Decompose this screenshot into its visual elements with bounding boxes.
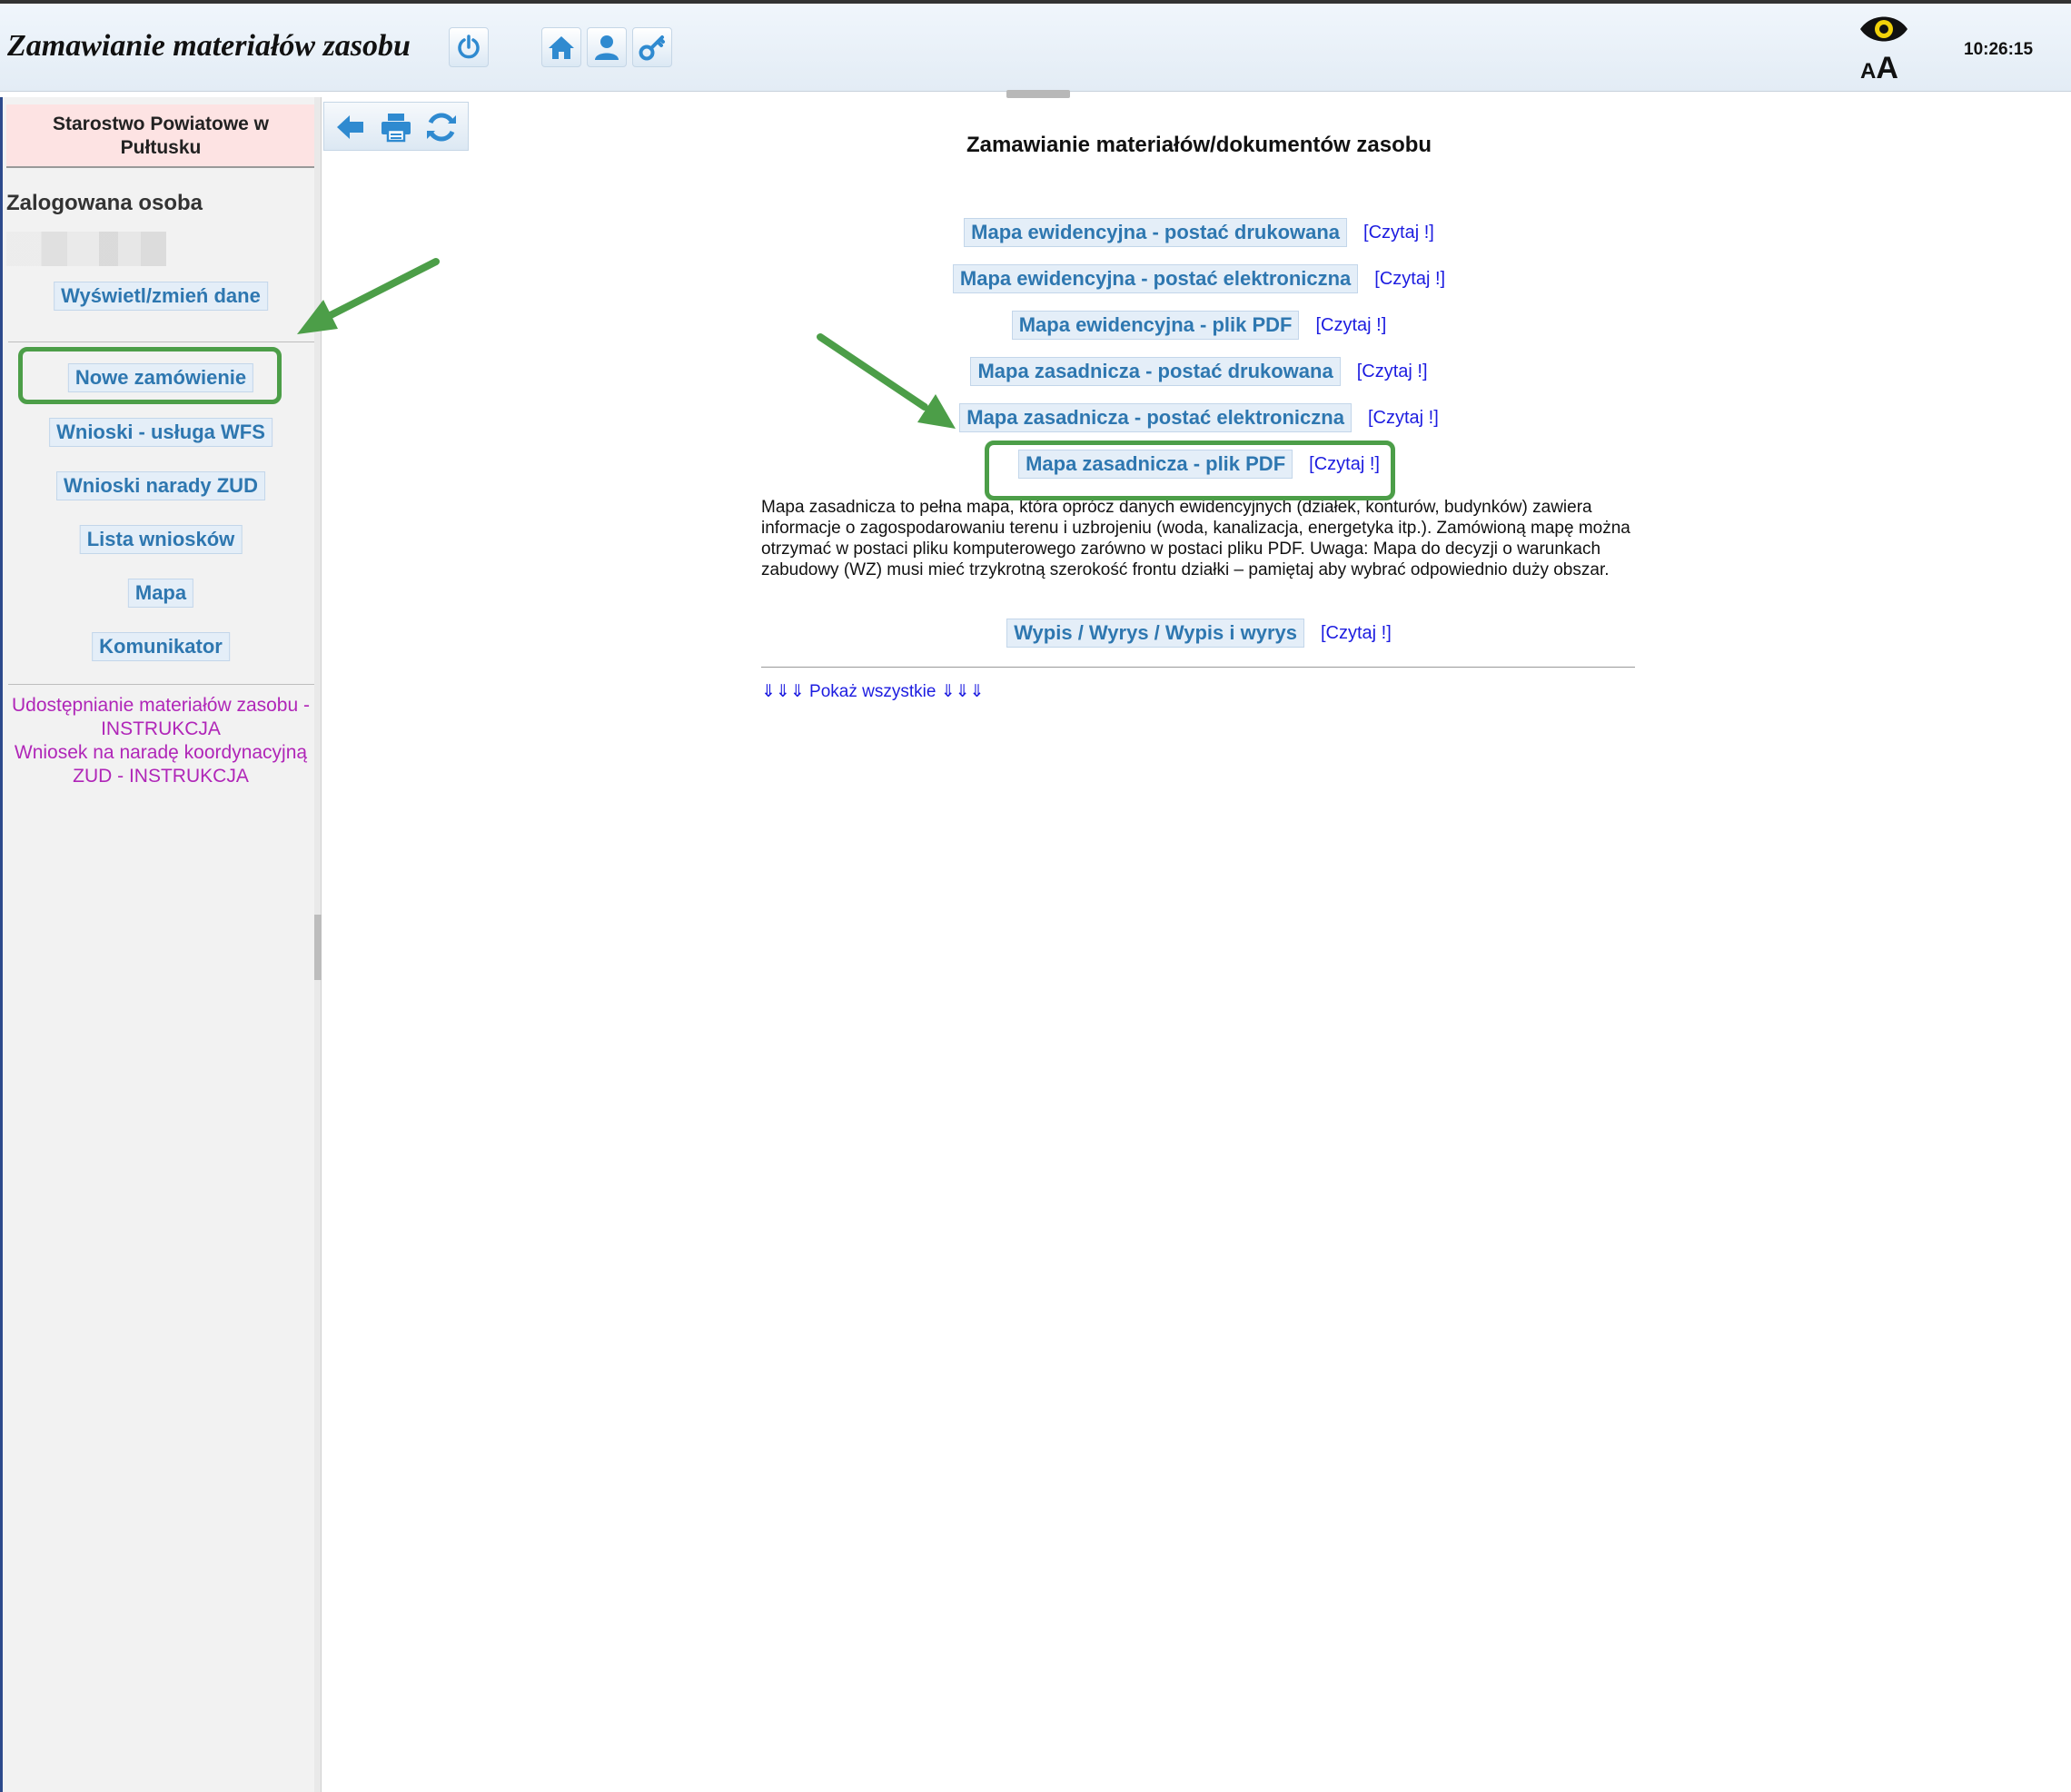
vertical-splitter-handle[interactable]	[314, 915, 322, 980]
key-icon	[639, 35, 665, 61]
order-base-map-printed-button[interactable]: Mapa zasadnicza - postać drukowana	[970, 357, 1341, 386]
read-more-link[interactable]: [Czytaj !]	[1363, 223, 1434, 243]
order-item-row: Mapa ewidencyjna - postać drukowana [Czyt…	[761, 218, 1637, 247]
sidebar-item-request-list[interactable]: Lista wniosków	[79, 525, 243, 554]
order-cadastral-printed-button[interactable]: Mapa ewidencyjna - postać drukowana	[964, 218, 1348, 247]
instruction-link-resources[interactable]: Udostępnianie materiałów zasobu - INSTRU…	[6, 694, 315, 741]
organization-name-text: Starostwo Powiatowe w Pułtusku	[52, 114, 270, 158]
show-all-link[interactable]: ⇓⇓⇓ Pokaż wszystkie ⇓⇓⇓	[761, 681, 984, 702]
user-icon	[595, 35, 619, 60]
order-extract-button[interactable]: Wypis / Wyrys / Wypis i wyrys	[1006, 619, 1304, 648]
user-button[interactable]	[587, 27, 627, 67]
read-more-link[interactable]: [Czytaj !]	[1374, 269, 1445, 290]
logout-button[interactable]	[449, 27, 489, 67]
order-base-map-electronic-button[interactable]: Mapa zasadnicza - postać elektroniczna	[959, 403, 1352, 432]
read-more-link[interactable]: [Czytaj !]	[1321, 623, 1392, 644]
read-more-link[interactable]: [Czytaj !]	[1315, 315, 1386, 336]
logged-user-label: Zalogowana osoba	[6, 191, 203, 215]
instruction-link-zud[interactable]: Wniosek na naradę koordynacyjną ZUD - IN…	[6, 741, 315, 788]
home-button[interactable]	[541, 27, 581, 67]
sidebar-divider	[8, 684, 315, 685]
font-size-big-label: A	[1876, 51, 1898, 85]
top-bar: Zamawianie materiałów zasobu AA 10:26:15	[0, 0, 2071, 92]
print-button[interactable]	[375, 106, 417, 148]
print-icon	[382, 114, 411, 143]
font-size-button[interactable]: AA	[1860, 51, 1898, 86]
highlight-box-base-map-pdf	[985, 441, 1395, 500]
home-icon	[549, 36, 574, 59]
horizontal-splitter-handle[interactable]	[1006, 90, 1070, 98]
app-title: Zamawianie materiałów zasobu	[7, 29, 411, 63]
refresh-icon	[427, 113, 456, 142]
base-map-description: Mapa zasadnicza to pełna mapa, która opr…	[761, 498, 1630, 579]
order-item-row: Mapa zasadnicza - postać elektroniczna [C…	[761, 403, 1637, 432]
back-arrow-icon	[337, 115, 363, 139]
order-cadastral-pdf-button[interactable]: Mapa ewidencyjna - plik PDF	[1011, 311, 1300, 340]
order-item-row: Mapa zasadnicza - postać drukowana [Czyta…	[761, 357, 1637, 386]
organization-name: Starostwo Powiatowe w Pułtusku	[6, 104, 315, 168]
read-more-link[interactable]: [Czytaj !]	[1368, 408, 1439, 429]
sidebar-item-messenger[interactable]: Komunikator	[92, 632, 230, 661]
clock: 10:26:15	[1964, 40, 2034, 59]
page-title: Zamawianie materiałów/dokumentów zasobu	[966, 133, 1432, 157]
order-cadastral-electronic-button[interactable]: Mapa ewidencyjna - postać elektroniczna	[952, 264, 1359, 293]
sidebar-item-zud-requests[interactable]: Wnioski narady ZUD	[56, 471, 265, 500]
order-item-row: Mapa ewidencyjna - plik PDF [Czytaj !]	[761, 311, 1637, 340]
user-name-redacted	[6, 232, 166, 266]
order-item-row: Wypis / Wyrys / Wypis i wyrys [Czytaj !]	[761, 619, 1637, 648]
eye-icon[interactable]	[1858, 11, 1909, 47]
power-icon	[458, 35, 480, 59]
back-button[interactable]	[330, 106, 372, 148]
sidebar-item-map[interactable]: Mapa	[127, 579, 194, 608]
refresh-button[interactable]	[421, 106, 462, 148]
content-divider	[761, 667, 1635, 668]
font-size-small-label: A	[1860, 59, 1877, 84]
order-item-row: Mapa ewidencyjna - postać elektroniczna […	[761, 264, 1637, 293]
highlight-box-new-order	[18, 347, 282, 404]
edit-user-data-button[interactable]: Wyświetl/zmień dane	[54, 282, 268, 311]
read-more-link[interactable]: [Czytaj !]	[1357, 361, 1428, 382]
change-password-button[interactable]	[632, 27, 672, 67]
toolbar	[323, 102, 469, 151]
sidebar-item-wfs-requests[interactable]: Wnioski - usługa WFS	[49, 418, 272, 447]
